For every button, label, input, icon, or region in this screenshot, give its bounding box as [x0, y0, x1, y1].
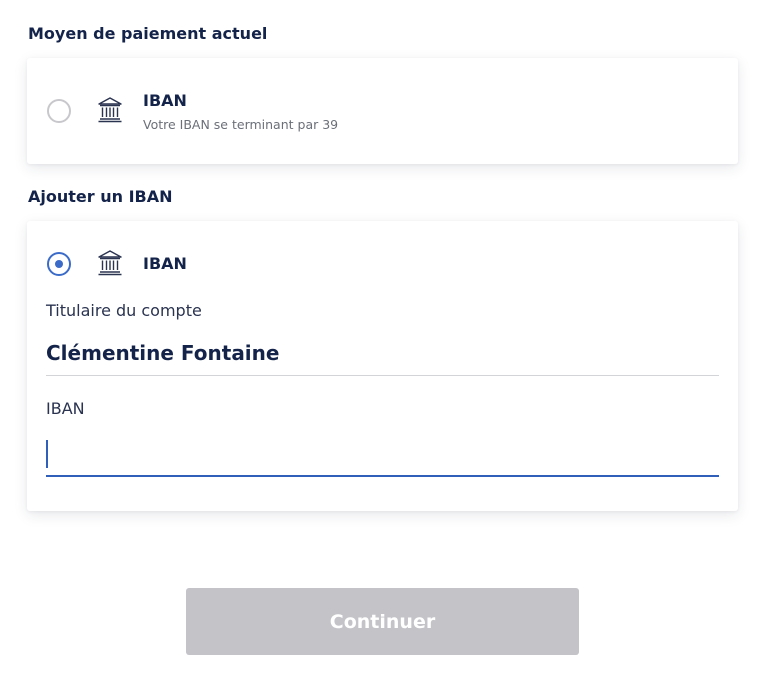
current-method-label: IBAN [143, 91, 187, 110]
bank-icon [97, 249, 123, 277]
payment-method-page: Moyen de paiement actuel IBAN Votre IBAN… [0, 0, 759, 685]
iban-input[interactable] [46, 431, 719, 477]
new-method-label: IBAN [143, 254, 187, 273]
current-iban-radio[interactable] [47, 99, 71, 123]
current-method-card[interactable]: IBAN Votre IBAN se terminant par 39 [27, 58, 738, 164]
current-method-sublabel: Votre IBAN se terminant par 39 [143, 117, 339, 132]
text-caret [46, 440, 48, 468]
account-holder-value: Clémentine Fontaine [46, 341, 280, 365]
iban-field-label: IBAN [46, 399, 85, 418]
account-holder-label: Titulaire du compte [46, 301, 202, 320]
continue-button[interactable]: Continuer [186, 588, 579, 655]
add-iban-card: IBAN Titulaire du compte Clémentine Font… [27, 221, 738, 511]
add-iban-heading: Ajouter un IBAN [28, 187, 173, 206]
new-iban-radio[interactable] [47, 252, 71, 276]
current-method-heading: Moyen de paiement actuel [28, 24, 268, 43]
bank-icon [97, 96, 123, 124]
account-holder-divider [46, 375, 719, 376]
